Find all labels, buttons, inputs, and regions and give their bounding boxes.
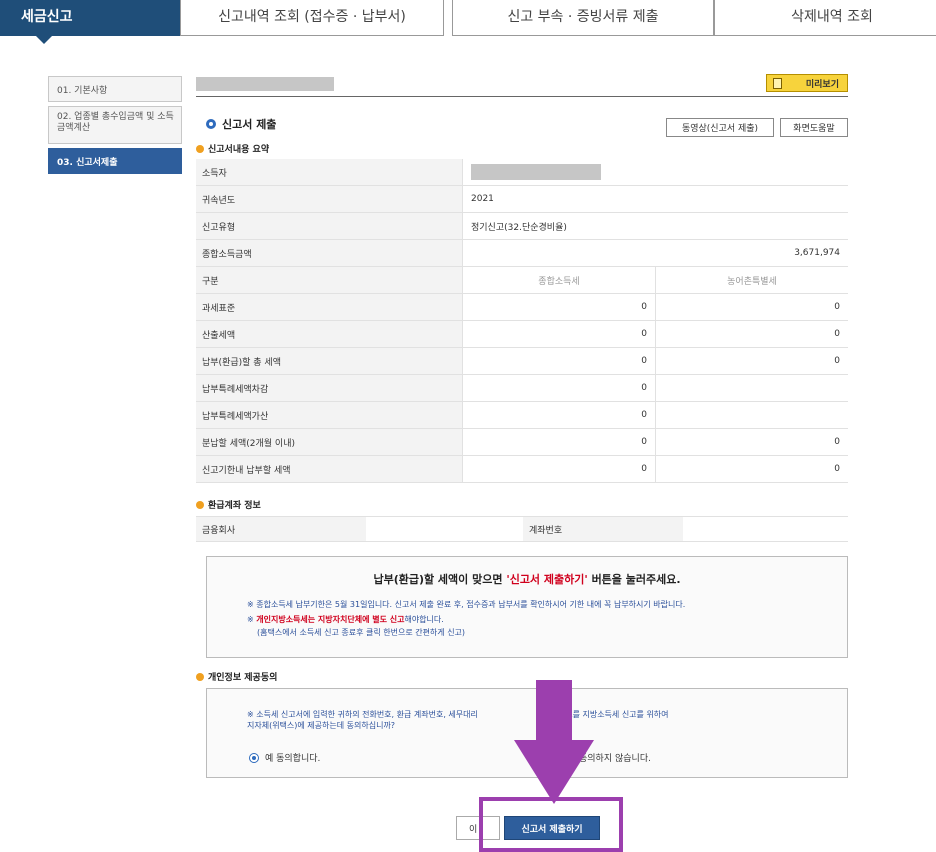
radio-selected-icon (249, 752, 259, 763)
bullet-icon (196, 500, 204, 509)
notice-line: ※ 개인지방소득세는 지방자치단체에 별도 신고해야합니다. (247, 614, 444, 625)
notice-line2-pre: ※ (247, 615, 257, 624)
document-icon (773, 78, 782, 89)
step-navigation: 01. 기본사항 02. 업종별 총수입금액 및 소득금액계산 03. 신고서제… (48, 76, 182, 178)
consent-text-1: ※ 소득세 신고서에 입력한 귀하의 전화번호, 환급 계좌번호, 세무대리 (247, 710, 478, 719)
notice-heading-pre: 납부(환급)할 세액이 맞으면 (373, 573, 507, 586)
section-title: 신고서 제출 (206, 116, 276, 132)
bank-value (366, 517, 523, 541)
down-arrow-icon (514, 680, 594, 804)
consent-text: ※ 소득세 신고서에 입력한 귀하의 전화번호, 환급 계좌번호, 세무대리 번호… (247, 709, 669, 731)
table-row: 분납할 세액(2개월 이내) 0 0 (196, 429, 848, 456)
step-basic-info[interactable]: 01. 기본사항 (48, 76, 182, 102)
table-row: 신고기한내 납부할 세액 0 0 (196, 456, 848, 483)
agree-label: 예 동의합니다. (265, 754, 321, 764)
type-label: 신고유형 (196, 213, 462, 239)
active-tab-indicator (36, 36, 52, 44)
year-value: 2021 (462, 186, 848, 212)
top-tabs: 세금신고 신고내역 조회 (접수증 · 납부서) 신고 부속 · 증빙서류 제출… (0, 0, 936, 36)
year-label: 귀속년도 (196, 186, 462, 212)
income-label: 종합소득금액 (196, 240, 462, 266)
row-value: 0 (462, 348, 655, 374)
row-value (655, 375, 848, 401)
table-row: 신고유형 정기신고(32.단순경비율) (196, 213, 848, 240)
summary-title-text: 신고서내용 요약 (208, 145, 270, 155)
consent-title-text: 개인정보 제공동의 (208, 673, 278, 683)
summary-table: 소득자 귀속년도 2021 신고유형 정기신고(32.단순경비율) 종합소득금액… (196, 159, 848, 483)
table-row: 산출세액 0 0 (196, 321, 848, 348)
table-row: 과세표준 0 0 (196, 294, 848, 321)
account-label: 계좌번호 (523, 517, 683, 541)
agree-radio[interactable]: 예 동의합니다. (249, 751, 320, 764)
owner-label: 소득자 (196, 159, 462, 185)
row-label: 납부특례세액가산 (196, 402, 462, 428)
divider (196, 96, 848, 97)
type-value: 정기신고(32.단순경비율) (462, 213, 848, 239)
income-value: 3,671,974 (462, 240, 848, 266)
bank-label: 금융회사 (196, 517, 366, 541)
tab-filing-history[interactable]: 신고내역 조회 (접수증 · 납부서) (180, 0, 444, 36)
div-label: 구분 (196, 267, 462, 293)
tab-tax-filing[interactable]: 세금신고 (0, 0, 180, 36)
notice-line2-red: 개인지방소득세는 지방자치단체에 별도 신고 (256, 615, 405, 624)
table-row: 종합소득금액 3,671,974 (196, 240, 848, 267)
row-value: 0 (462, 375, 655, 401)
refund-title: 환급계좌 정보 (196, 498, 261, 511)
row-label: 산출세액 (196, 321, 462, 347)
tab-deleted-history[interactable]: 삭제내역 조회 (714, 0, 936, 36)
bullet-icon (196, 144, 204, 153)
preview-label: 미리보기 (805, 79, 839, 90)
col-income-tax: 종합소득세 (462, 267, 655, 293)
notice-heading-red: '신고서 제출하기' (506, 573, 588, 586)
row-value: 0 (655, 321, 848, 347)
row-value: 0 (655, 348, 848, 374)
refund-table: 금융회사 계좌번호 (196, 516, 848, 542)
submit-notice: 납부(환급)할 세액이 맞으면 '신고서 제출하기' 버튼을 눌러주세요. ※ … (206, 556, 848, 658)
row-value: 0 (462, 456, 655, 482)
row-value: 0 (462, 294, 655, 320)
table-row: 납부특례세액가산 0 (196, 402, 848, 429)
notice-line2-post: 해야합니다. (404, 615, 444, 624)
table-header-row: 구분 종합소득세 농어촌특별세 (196, 267, 848, 294)
consent-title: 개인정보 제공동의 (196, 670, 277, 683)
table-row: 납부특례세액차감 0 (196, 375, 848, 402)
row-value: 0 (655, 456, 848, 482)
help-button[interactable]: 화면도움말 (780, 118, 848, 137)
row-value: 0 (655, 429, 848, 455)
bullet-icon (206, 119, 216, 129)
video-button[interactable]: 동영상(신고서 제출) (666, 118, 774, 137)
row-value: 0 (462, 429, 655, 455)
tab-attachments[interactable]: 신고 부속 · 증빙서류 제출 (452, 0, 714, 36)
preview-button[interactable]: 미리보기 (766, 74, 848, 92)
row-label: 과세표준 (196, 294, 462, 320)
masked-header (196, 77, 334, 91)
step-submit[interactable]: 03. 신고서제출 (48, 148, 182, 174)
col-rural-tax: 농어촌특별세 (655, 267, 848, 293)
row-value: 0 (655, 294, 848, 320)
row-value (655, 402, 848, 428)
row-label: 신고기한내 납부할 세액 (196, 456, 462, 482)
row-label: 분납할 세액(2개월 이내) (196, 429, 462, 455)
row-value: 0 (462, 321, 655, 347)
row-label: 납부(환급)할 총 세액 (196, 348, 462, 374)
consent-text-2: 지자체(위택스)에 제공하는데 동의하십니까? (247, 721, 396, 730)
notice-line: (홈택스에서 소득세 신고 종료후 클릭 한번으로 간편하게 신고) (257, 628, 466, 637)
table-row: 납부(환급)할 총 세액 0 0 (196, 348, 848, 375)
notice-line: ※ 종합소득세 납부기한은 5월 31일입니다. 신고서 제출 완료 후, 접수… (247, 600, 686, 609)
refund-title-text: 환급계좌 정보 (208, 501, 261, 511)
step-income-calc[interactable]: 02. 업종별 총수입금액 및 소득금액계산 (48, 106, 182, 144)
bullet-icon (196, 672, 204, 681)
notice-heading: 납부(환급)할 세액이 맞으면 '신고서 제출하기' 버튼을 눌러주세요. (207, 571, 847, 587)
owner-value (462, 159, 848, 185)
account-value (683, 517, 848, 541)
masked-name (471, 164, 601, 180)
table-row: 귀속년도 2021 (196, 186, 848, 213)
highlight-box (479, 797, 623, 852)
summary-title: 신고서내용 요약 (196, 142, 269, 155)
row-label: 납부특례세액차감 (196, 375, 462, 401)
row-value: 0 (462, 402, 655, 428)
notice-heading-post: 버튼을 눌러주세요. (587, 573, 681, 586)
table-row: 소득자 (196, 159, 848, 186)
section-title-text: 신고서 제출 (222, 118, 277, 131)
